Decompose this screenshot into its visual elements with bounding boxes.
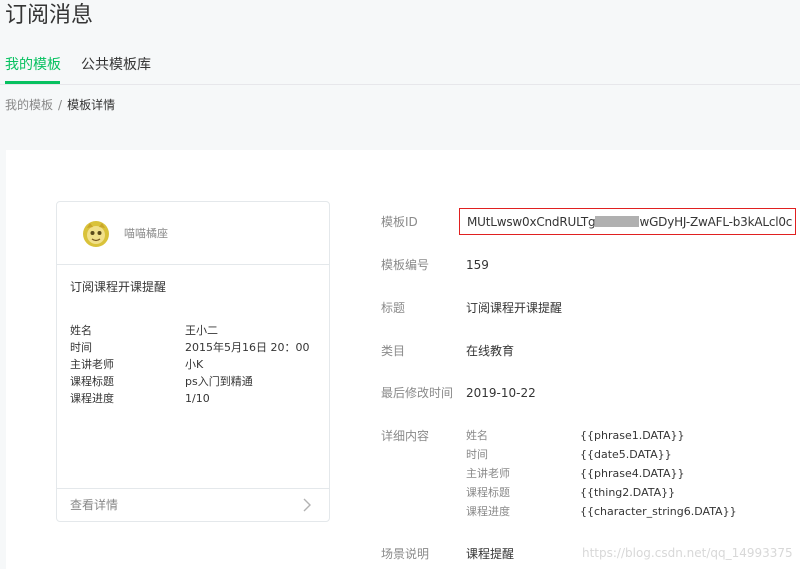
watermark: https://blog.csdn.net/qq_14993375: [582, 546, 793, 560]
template-number-value: 159: [466, 258, 489, 272]
template-id-value[interactable]: MUtLwsw0xCndRULTg wGDyHJ-ZwAFL-b3kALcl0c: [467, 214, 793, 230]
category-value: 在线教育: [466, 344, 515, 358]
preview-field-label: 主讲老师: [70, 358, 114, 371]
breadcrumb-current: 模板详情: [67, 98, 116, 112]
category-label: 类目: [381, 344, 406, 358]
message-preview-card: 喵喵橘座 订阅课程开课提醒 姓名 王小二 时间 2015年5月16日 20：00…: [56, 201, 330, 522]
preview-field-value: 2015年5月16日 20：00: [185, 341, 310, 354]
view-details-label: 查看详情: [70, 498, 119, 512]
preview-field-label: 课程进度: [70, 392, 114, 405]
chevron-right-icon: [303, 498, 311, 512]
content-placeholder: {{date5.DATA}}: [580, 448, 672, 461]
content-key: 时间: [466, 448, 488, 461]
breadcrumb: 我的模板 / 模板详情: [5, 97, 115, 113]
card-header: 喵喵橘座: [57, 202, 329, 265]
tab-my-templates[interactable]: 我的模板: [5, 56, 61, 74]
scene-value: 课程提醒: [466, 547, 515, 561]
content-label: 详细内容: [381, 429, 430, 443]
breadcrumb-separator: /: [58, 98, 63, 112]
title-value: 订阅课程开课提醒: [466, 301, 563, 315]
message-title: 订阅课程开课提醒: [70, 280, 167, 294]
content-placeholder: {{phrase4.DATA}}: [580, 467, 685, 480]
content-placeholder: {{thing2.DATA}}: [580, 486, 676, 499]
content-key: 主讲老师: [466, 467, 510, 480]
page: 订阅消息 我的模板 公共模板库 我的模板 / 模板详情 喵喵橘座 订阅课程开课提醒: [0, 0, 800, 569]
preview-field-label: 姓名: [70, 324, 92, 337]
preview-field-value: 王小二: [185, 324, 218, 337]
preview-field-value: 1/10: [185, 392, 210, 405]
scene-label: 场景说明: [381, 547, 430, 561]
last-modified-value: 2019-10-22: [466, 386, 536, 400]
template-id-prefix: MUtLwsw0xCndRULTg: [467, 215, 596, 229]
active-tab-indicator: [5, 81, 60, 84]
template-number-label: 模板编号: [381, 258, 430, 272]
main-panel: 喵喵橘座 订阅课程开课提醒 姓名 王小二 时间 2015年5月16日 20：00…: [6, 150, 800, 569]
preview-field-value: 小K: [185, 358, 204, 371]
last-modified-label: 最后修改时间: [381, 386, 454, 400]
view-details-link[interactable]: 查看详情: [57, 488, 329, 522]
preview-field-label: 时间: [70, 341, 92, 354]
tab-public-template-library[interactable]: 公共模板库: [81, 56, 151, 74]
template-id-highlight: MUtLwsw0xCndRULTg wGDyHJ-ZwAFL-b3kALcl0c: [459, 208, 796, 235]
content-placeholder: {{character_string6.DATA}}: [580, 505, 737, 518]
content-key: 课程标题: [466, 486, 510, 499]
breadcrumb-my-templates[interactable]: 我的模板: [5, 98, 53, 112]
template-id-label: 模板ID: [381, 215, 418, 229]
account-name: 喵喵橘座: [124, 227, 168, 240]
preview-field-label: 课程标题: [70, 375, 114, 388]
content-placeholder: {{phrase1.DATA}}: [580, 429, 685, 442]
account-avatar: [83, 221, 109, 247]
content-key: 姓名: [466, 429, 488, 442]
preview-field-value: ps入门到精通: [185, 375, 253, 388]
redacted-block: [595, 216, 640, 227]
tab-bar: 我的模板 公共模板库: [0, 46, 800, 85]
content-key: 课程进度: [466, 505, 510, 518]
title-label: 标题: [381, 301, 406, 315]
page-title: 订阅消息: [5, 3, 94, 28]
template-id-suffix: wGDyHJ-ZwAFL-b3kALcl0c: [639, 215, 793, 229]
